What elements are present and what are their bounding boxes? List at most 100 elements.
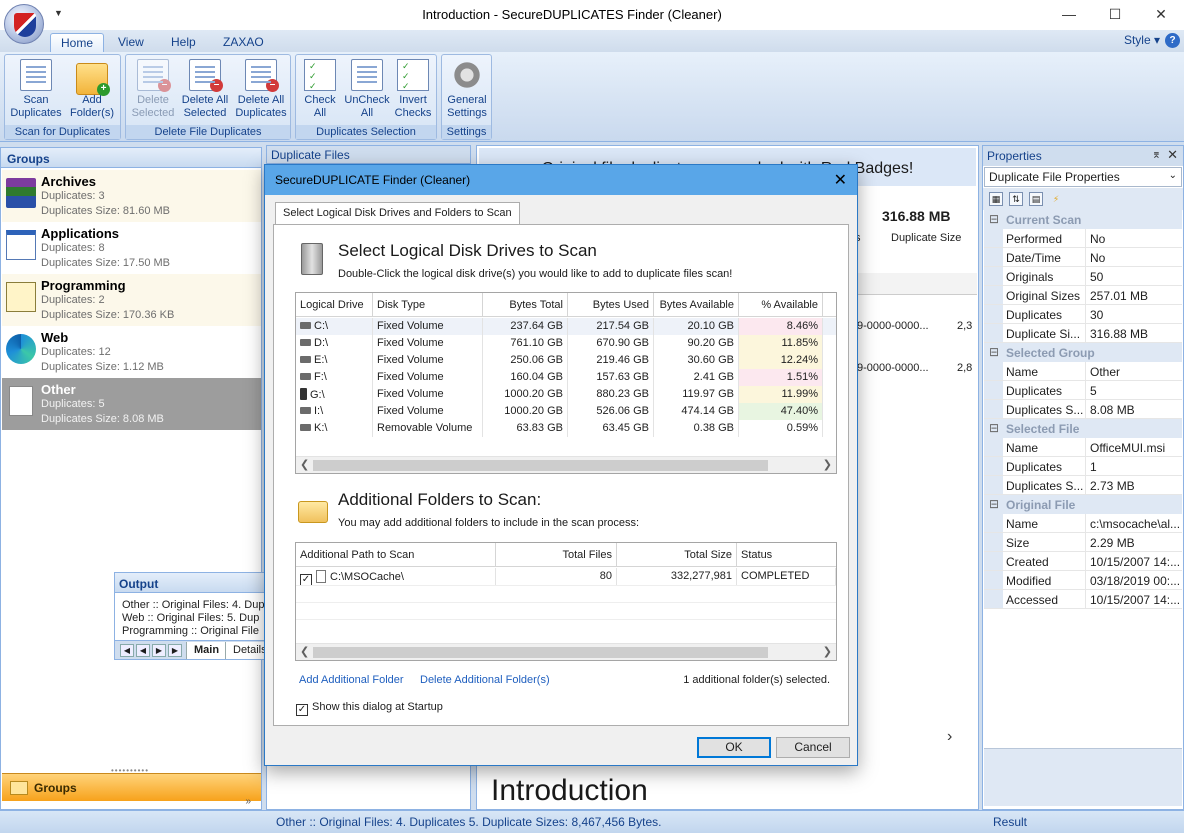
maximize-button[interactable]: ☐ (1092, 0, 1138, 30)
drive-cell-text: F:\ (314, 371, 327, 383)
dialog-close-button[interactable]: ✕ (834, 170, 847, 190)
scroll-right-icon[interactable]: ❯ (823, 458, 832, 471)
col-bytes-available[interactable]: Bytes Available (654, 293, 739, 317)
property-pages-icon[interactable]: ▤ (1029, 192, 1043, 206)
drives-horizontal-scrollbar[interactable]: ❮ ❯ (296, 456, 836, 473)
property-row[interactable]: Duplicates 30 (984, 305, 1182, 324)
property-row[interactable]: Created 10/15/2007 14:... (984, 552, 1182, 571)
show-at-startup-checkbox[interactable]: ✓ (296, 704, 308, 716)
group-archives[interactable]: Archives Duplicates: 3 Duplicates Size: … (2, 170, 261, 222)
drive-row[interactable]: K:\ Removable Volume 63.83 GB 63.45 GB 0.38 … (296, 420, 836, 437)
category-selected-file[interactable]: Selected File (984, 419, 1182, 438)
property-row[interactable]: Performed No (984, 229, 1182, 248)
add-folders-button[interactable]: + Add Folder(s) (65, 59, 119, 120)
tab-view[interactable]: View (108, 33, 154, 52)
folder-row[interactable]: ✓ C:\MSOCache\ 80 332,277,981 COMPLETED (296, 568, 836, 586)
next-page-icon[interactable]: ▶ (152, 644, 166, 657)
property-row[interactable]: Duplicates S... 8.08 MB (984, 400, 1182, 419)
col-logical-drive[interactable]: Logical Drive (296, 293, 373, 317)
drive-row[interactable]: E:\ Fixed Volume 250.06 GB 219.46 GB 30.60 G… (296, 352, 836, 369)
col-total-size[interactable]: Total Size (617, 543, 737, 567)
group-applications[interactable]: Applications Duplicates: 8 Duplicates Si… (2, 222, 261, 274)
col-total-files[interactable]: Total Files (496, 543, 617, 567)
col-disk-type[interactable]: Disk Type (373, 293, 483, 317)
first-page-icon[interactable]: ◀ (120, 644, 134, 657)
groups-nav-button[interactable]: Groups (2, 773, 261, 801)
property-row[interactable]: Duplicates S... 2.73 MB (984, 476, 1182, 495)
drive-row[interactable]: D:\ Fixed Volume 761.10 GB 670.90 GB 90.20 G… (296, 335, 836, 352)
scan-duplicates-button[interactable]: Scan Duplicates (9, 59, 63, 120)
tab-help[interactable]: Help (161, 33, 206, 52)
ok-button[interactable]: OK (697, 737, 771, 758)
scroll-left-icon[interactable]: ❮ (300, 645, 309, 658)
table-row[interactable]: 9-0000-0000... 2,3 (857, 320, 977, 332)
drive-row[interactable]: I:\ Fixed Volume 1000.20 GB 526.06 GB 474.14… (296, 403, 836, 420)
property-row[interactable]: Duplicates 5 (984, 381, 1182, 400)
property-row[interactable]: Duplicates 1 (984, 457, 1182, 476)
group-other[interactable]: Other Duplicates: 5 Duplicates Size: 8.0… (2, 378, 261, 430)
property-row[interactable]: Originals 50 (984, 267, 1182, 286)
delete-additional-folder-link[interactable]: Delete Additional Folder(s) (420, 674, 550, 686)
tab-home[interactable]: Home (50, 33, 105, 52)
property-row[interactable]: Size 2.29 MB (984, 533, 1182, 552)
property-row[interactable]: Duplicate Si... 316.88 MB (984, 324, 1182, 343)
help-icon[interactable]: ? (1165, 33, 1180, 48)
group-programming[interactable]: Programming Duplicates: 2 Duplicates Siz… (2, 274, 261, 326)
drive-row[interactable]: C:\ Fixed Volume 237.64 GB 217.54 GB 20.10 G… (296, 318, 836, 335)
row-id: 9-0000-0000... (857, 362, 929, 374)
folders-horizontal-scrollbar[interactable]: ❮ ❯ (296, 643, 836, 660)
col-status[interactable]: Status (737, 543, 836, 567)
alphabetical-icon[interactable]: ⇅ (1009, 192, 1023, 206)
property-row[interactable]: Name OfficeMUI.msi (984, 438, 1182, 457)
scroll-right-icon[interactable]: ❯ (823, 645, 832, 658)
drive-row[interactable]: F:\ Fixed Volume 160.04 GB 157.63 GB 2.41 GB… (296, 369, 836, 386)
group-web[interactable]: Web Duplicates: 12 Duplicates Size: 1.12… (2, 326, 261, 378)
tab-details[interactable]: Details (225, 642, 267, 659)
check-all-button[interactable]: Check All (293, 59, 347, 120)
last-page-icon[interactable]: ▶ (168, 644, 182, 657)
app-menu-button[interactable] (4, 4, 44, 44)
property-row[interactable]: Accessed 10/15/2007 14:... (984, 590, 1182, 609)
pin-icon[interactable]: ⌆ (1152, 148, 1161, 161)
tab-select-drives[interactable]: Select Logical Disk Drives and Folders t… (275, 202, 520, 225)
col-additional-path[interactable]: Additional Path to Scan (296, 543, 496, 567)
property-row[interactable]: Date/Time No (984, 248, 1182, 267)
invert-checks-button[interactable]: Invert Checks (386, 59, 440, 120)
properties-object-select[interactable]: Duplicate File Properties ⌄ (984, 167, 1182, 187)
next-arrow-icon[interactable]: › (947, 728, 952, 746)
categorized-icon[interactable]: ▦ (989, 192, 1003, 206)
prev-page-icon[interactable]: ◀ (136, 644, 150, 657)
drive-cell-avail: 20.10 GB (654, 318, 739, 335)
tab-zaxao[interactable]: ZAXAO (213, 33, 274, 52)
cancel-button[interactable]: Cancel (776, 737, 850, 758)
property-row[interactable]: Original Sizes 257.01 MB (984, 286, 1182, 305)
col-bytes-used[interactable]: Bytes Used (568, 293, 654, 317)
delete-all-duplicates-button[interactable]: – Delete All Duplicates (232, 59, 290, 120)
result-label: Result (993, 815, 1028, 829)
close-icon[interactable]: ✕ (1167, 147, 1178, 163)
expand-chevron-icon[interactable]: » (245, 796, 251, 807)
delete-selected-button[interactable]: – Delete Selected (126, 59, 180, 120)
events-lightning-icon[interactable]: ⚡ (1049, 193, 1063, 207)
scroll-thumb[interactable] (313, 647, 768, 658)
scroll-left-icon[interactable]: ❮ (300, 458, 309, 471)
style-menu[interactable]: Style ▾ (1124, 33, 1160, 47)
property-row[interactable]: Modified 03/18/2019 00:... (984, 571, 1182, 590)
category-original-file[interactable]: Original File (984, 495, 1182, 514)
add-additional-folder-link[interactable]: Add Additional Folder (299, 674, 404, 686)
category-selected-group[interactable]: Selected Group (984, 343, 1182, 362)
show-at-startup-option[interactable]: ✓ Show this dialog at Startup (296, 701, 443, 716)
category-current-scan[interactable]: Current Scan (984, 210, 1182, 229)
drive-row[interactable]: G:\ Fixed Volume 1000.20 GB 880.23 GB 119.97… (296, 386, 836, 403)
general-settings-button[interactable]: General Settings (440, 59, 494, 120)
col-percent-available[interactable]: % Available (739, 293, 823, 317)
property-row[interactable]: Name Other (984, 362, 1182, 381)
tab-main[interactable]: Main (186, 642, 228, 659)
scroll-thumb[interactable] (313, 460, 768, 471)
delete-all-selected-button[interactable]: – Delete All Selected (178, 59, 232, 120)
close-button[interactable]: ✕ (1138, 0, 1184, 30)
property-row[interactable]: Name c:\msocache\al... (984, 514, 1182, 533)
col-bytes-total[interactable]: Bytes Total (483, 293, 568, 317)
table-row[interactable]: 9-0000-0000... 2,8 (857, 362, 977, 374)
minimize-button[interactable]: — (1046, 0, 1092, 30)
